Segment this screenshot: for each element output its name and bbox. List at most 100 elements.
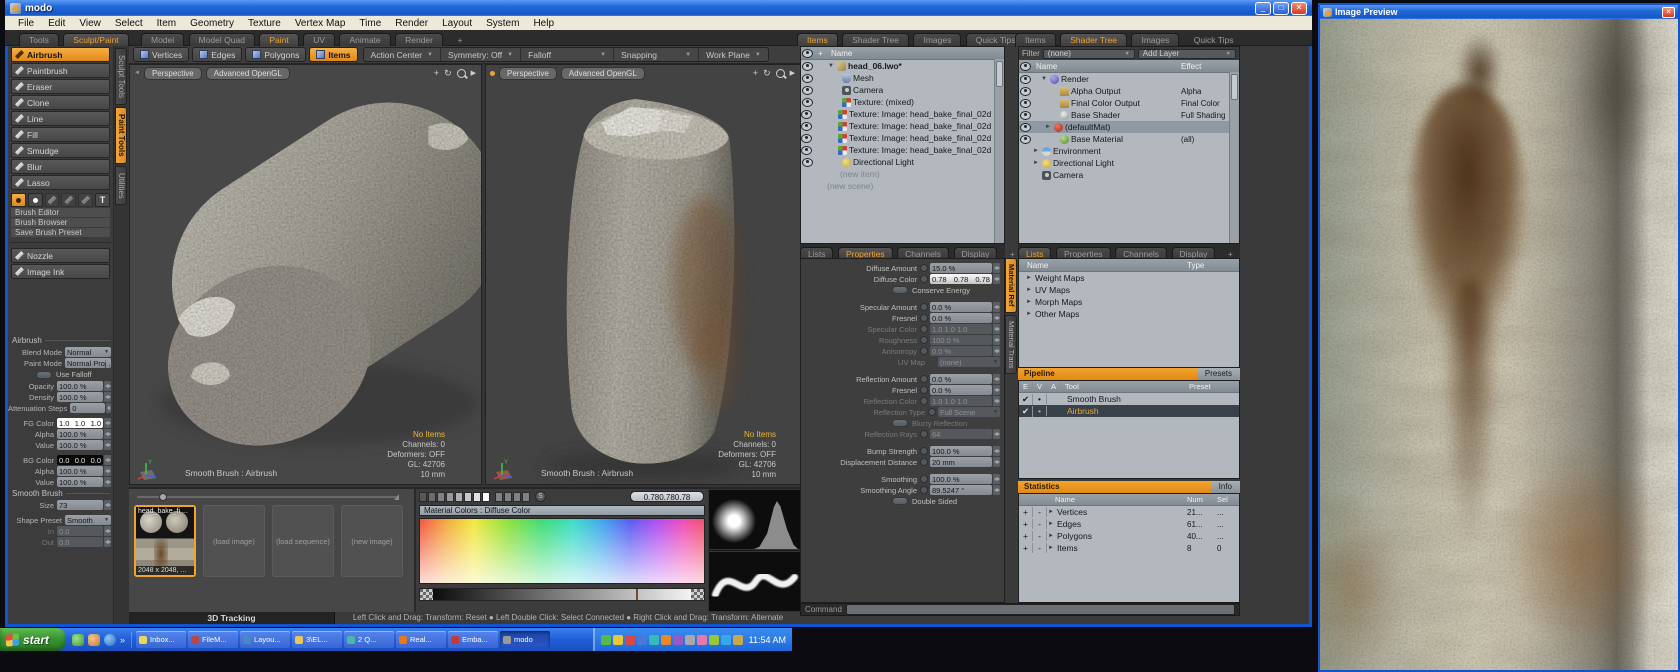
expander-icon[interactable]: ▼ <box>1040 76 1048 82</box>
polygons-mode-button[interactable]: Polygons <box>245 47 306 62</box>
density-field[interactable]: 100.0 % <box>57 392 103 402</box>
render-style-dropdown-2[interactable]: Advanced OpenGL <box>561 67 645 80</box>
swatch[interactable] <box>464 492 472 502</box>
shader-row-directional-light[interactable]: ►Directional Light <box>1019 157 1239 169</box>
visible-dot-icon[interactable]: • <box>1033 394 1047 404</box>
menu-layout[interactable]: Layout <box>435 18 479 29</box>
tray-icon[interactable] <box>673 635 683 645</box>
shader-row-final-color-output[interactable]: Final Color OutputFinal Color <box>1019 97 1239 109</box>
scrollbar-thumb[interactable] <box>1231 74 1238 100</box>
swatch[interactable] <box>419 492 427 502</box>
taskbar-button-realplayer[interactable]: Real... <box>396 631 446 648</box>
eye-icon[interactable] <box>801 110 812 119</box>
value-marker[interactable] <box>636 589 638 600</box>
eye-icon[interactable] <box>802 62 813 71</box>
eye-icon[interactable] <box>802 98 813 107</box>
swatch[interactable] <box>482 492 490 502</box>
vtab-material-trans[interactable]: Material Trans <box>1005 315 1017 375</box>
vertices-mode-button[interactable]: Vertices <box>133 47 189 62</box>
pipeline-row-smooth-brush[interactable]: ✔ • Smooth Brush <box>1019 393 1239 405</box>
expander-icon[interactable]: ► <box>1047 533 1055 539</box>
list-row-morph-maps[interactable]: ►Morph Maps <box>1019 296 1239 308</box>
tray-icon[interactable] <box>685 635 695 645</box>
edges-mode-button[interactable]: Edges <box>192 47 242 62</box>
tool-smudge[interactable]: Smudge <box>11 143 110 158</box>
enabled-check-icon[interactable]: ✔ <box>1019 406 1033 417</box>
vtab-sculpt-tools[interactable]: Sculpt Tools <box>115 48 127 105</box>
pan-icon[interactable]: + <box>434 68 439 78</box>
tab-paint[interactable]: Paint <box>259 33 298 47</box>
pipeline-header[interactable]: Pipeline Presets <box>1018 368 1240 380</box>
expander-icon[interactable]: ▼ <box>827 63 835 69</box>
reflection-amount-field[interactable]: 0.0 % <box>930 374 992 384</box>
item-row-texture-mixed[interactable]: Texture: (mixed) <box>801 96 1004 108</box>
shader-row-base-material[interactable]: Base Material(all) <box>1019 133 1239 145</box>
vtab-paint-tools[interactable]: Paint Tools <box>115 107 127 164</box>
menu-help[interactable]: Help <box>526 18 561 29</box>
new-scene-row[interactable]: (new scene) <box>801 180 1004 192</box>
tool-blur[interactable]: Blur <box>11 159 110 174</box>
menu-texture[interactable]: Texture <box>241 18 288 29</box>
internet-explorer-icon[interactable] <box>104 634 116 646</box>
preview-titlebar[interactable]: Image Preview ✕ <box>1320 5 1678 19</box>
preview-texture-image[interactable] <box>1320 19 1678 670</box>
channel-knob[interactable] <box>920 486 928 494</box>
menu-geometry[interactable]: Geometry <box>183 18 241 29</box>
bg-alpha-spinner[interactable] <box>104 466 111 476</box>
menu-time[interactable]: Time <box>352 18 388 29</box>
close-button[interactable]: ✕ <box>1291 2 1307 15</box>
tab-model[interactable]: Model <box>141 33 184 47</box>
tool-line[interactable]: Line <box>11 111 110 126</box>
spinner[interactable] <box>993 446 1000 456</box>
shader-row-render[interactable]: ▼Render <box>1019 73 1239 85</box>
spinner[interactable] <box>993 302 1000 312</box>
brush-tip-pattern-button[interactable] <box>78 193 93 207</box>
menu-vertex-map[interactable]: Vertex Map <box>288 18 353 29</box>
swatch-disabled[interactable] <box>504 492 512 502</box>
quick-launch-overflow-icon[interactable]: » <box>120 635 125 645</box>
value-gradient-bar[interactable] <box>419 588 705 601</box>
menu-edit[interactable]: Edit <box>41 18 72 29</box>
tool-paintbrush[interactable]: Paintbrush <box>11 63 110 78</box>
diffuse-amount-field[interactable]: 15.0 % <box>930 263 992 273</box>
tab-shader-tree[interactable]: Shader Tree <box>842 33 909 47</box>
brush-tip-hard-button[interactable] <box>28 193 43 207</box>
fg-alpha-field[interactable]: 100.0 % <box>57 429 103 439</box>
list-row-uv-maps[interactable]: ►UV Maps <box>1019 284 1239 296</box>
saturation-button[interactable]: S <box>535 491 546 502</box>
items-scrollbar[interactable] <box>994 59 1004 243</box>
tool-lasso[interactable]: Lasso <box>11 175 110 190</box>
menu-file[interactable]: File <box>11 18 41 29</box>
stat-row-polygons[interactable]: + - ► Polygons 40... ... <box>1019 530 1239 542</box>
item-row-scene[interactable]: ▼ head_06.lwo* <box>801 60 1004 72</box>
image-thumbnail-head-bake[interactable]: head_bake_fi ... 2048 x 2048, ... <box>134 505 196 577</box>
collapse-minus-icon[interactable]: - <box>1033 531 1047 541</box>
spinner[interactable] <box>993 374 1000 384</box>
expander-icon[interactable]: ► <box>1025 299 1033 305</box>
tab-add-2[interactable]: + <box>447 33 472 47</box>
orbit-icon[interactable]: ↻ <box>763 68 771 79</box>
expander-icon[interactable]: ► <box>1025 311 1033 317</box>
bg-color-swatch[interactable]: 0.00.00.0 <box>57 455 103 465</box>
new-item-row[interactable]: (new item) <box>801 168 1004 180</box>
reflection-fresnel-field[interactable]: 0.0 % <box>930 385 992 395</box>
fg-color-swatch[interactable]: 1.01.01.0 <box>57 418 103 428</box>
tool-image-ink[interactable]: Image Ink <box>11 264 110 279</box>
swatch[interactable] <box>437 492 445 502</box>
tab-shader-tree-2[interactable]: Shader Tree <box>1060 33 1127 47</box>
size-spinner[interactable] <box>104 500 111 510</box>
menu-system[interactable]: System <box>479 18 526 29</box>
smoothing-angle-field[interactable]: 89.5247 ° <box>930 485 992 495</box>
orbit-icon[interactable]: ↻ <box>444 68 452 79</box>
swatch-disabled[interactable] <box>513 492 521 502</box>
eye-icon[interactable] <box>802 86 813 95</box>
swatch-disabled[interactable] <box>495 492 503 502</box>
channel-knob[interactable] <box>920 264 928 272</box>
channel-knob[interactable] <box>920 458 928 466</box>
save-brush-preset-button[interactable]: Save Brush Preset <box>11 228 110 237</box>
bump-strength-field[interactable]: 100.0 % <box>930 446 992 456</box>
viewport-menu-icon[interactable]: ▶ <box>790 69 795 77</box>
pipeline-presets-tab[interactable]: Presets <box>1197 368 1240 380</box>
spinner[interactable] <box>993 485 1000 495</box>
channel-knob[interactable] <box>920 275 928 283</box>
